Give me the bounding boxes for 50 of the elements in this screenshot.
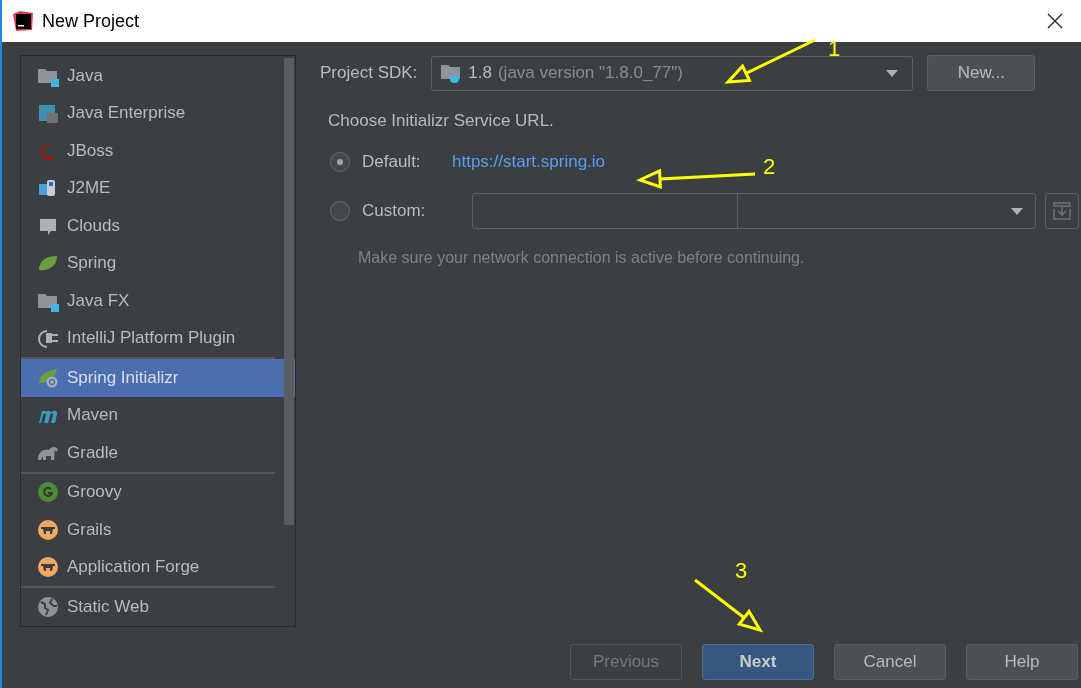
caret-icon	[1011, 207, 1023, 215]
scrollbar[interactable]	[284, 58, 294, 525]
leaf-power-icon	[37, 366, 59, 389]
sidebar-item[interactable]: Java	[21, 57, 283, 95]
url-link[interactable]: https://start.spring.io	[452, 152, 606, 172]
close-icon[interactable]	[1047, 13, 1063, 29]
browse-button[interactable]	[1045, 193, 1079, 229]
dialog-button[interactable]: Next	[702, 644, 814, 680]
sidebar-item[interactable]: IntelliJ Platform Plugin	[21, 319, 283, 357]
sidebar-item[interactable]: Groovy	[21, 473, 283, 511]
annotation-number: 3	[735, 558, 748, 583]
sidebar-item[interactable]: Spring Initializr	[21, 359, 295, 397]
sidebar-item[interactable]: Static Web	[21, 588, 283, 626]
window-title: New Project	[42, 10, 140, 32]
sdk-detail: (java version "1.8.0_77")	[497, 63, 683, 83]
sidebar-item[interactable]: Spring	[21, 244, 283, 282]
folder-cup-icon	[440, 63, 463, 83]
sidebar-item[interactable]: Maven	[21, 396, 283, 434]
annotation-arrow	[693, 578, 764, 633]
sidebar-item[interactable]: Java Enterprise	[21, 94, 283, 132]
sidebar-item[interactable]: Grails	[21, 511, 283, 549]
sdk-dropdown[interactable]: 1.8 (java version "1.8.0_77")	[431, 55, 914, 91]
caret-icon	[886, 69, 899, 77]
new-sdk-button[interactable]: New...	[927, 55, 1036, 91]
sidebar-item[interactable]: Java FX	[21, 282, 283, 320]
radio-button[interactable]	[330, 152, 350, 172]
hint-text: Make sure your network connection is active before continuing.	[358, 249, 806, 267]
enterprise-icon	[37, 102, 59, 125]
dialog-button[interactable]: Cancel	[834, 644, 946, 680]
sdk-version: 1.8	[468, 63, 492, 83]
dialog-button[interactable]: Help	[966, 644, 1078, 680]
grails-icon	[37, 518, 59, 541]
sidebar-item[interactable]: Gradle	[21, 434, 283, 472]
app-logo-icon	[12, 10, 34, 32]
tray-arrow-icon	[1052, 201, 1072, 221]
grails-icon	[37, 556, 59, 579]
sidebar-item[interactable]: JBoss	[21, 132, 283, 170]
sidebar-item[interactable]: Clouds	[21, 207, 283, 245]
option-label: Default:	[362, 152, 422, 172]
option-label: Custom:	[362, 201, 427, 221]
annotation-number: 2	[763, 154, 776, 179]
sidebar-item[interactable]: J2ME	[21, 169, 283, 207]
letter-g-icon	[37, 481, 59, 504]
custom-url-field[interactable]	[472, 193, 1036, 229]
plug-icon	[37, 327, 59, 350]
radio-button[interactable]	[330, 201, 350, 221]
globe-icon	[37, 595, 59, 618]
sidebar-item[interactable]: Application Forge	[21, 548, 283, 586]
sdk-label: Project SDK:	[320, 63, 418, 83]
section-heading: Choose Initializr Service URL.	[328, 111, 555, 131]
